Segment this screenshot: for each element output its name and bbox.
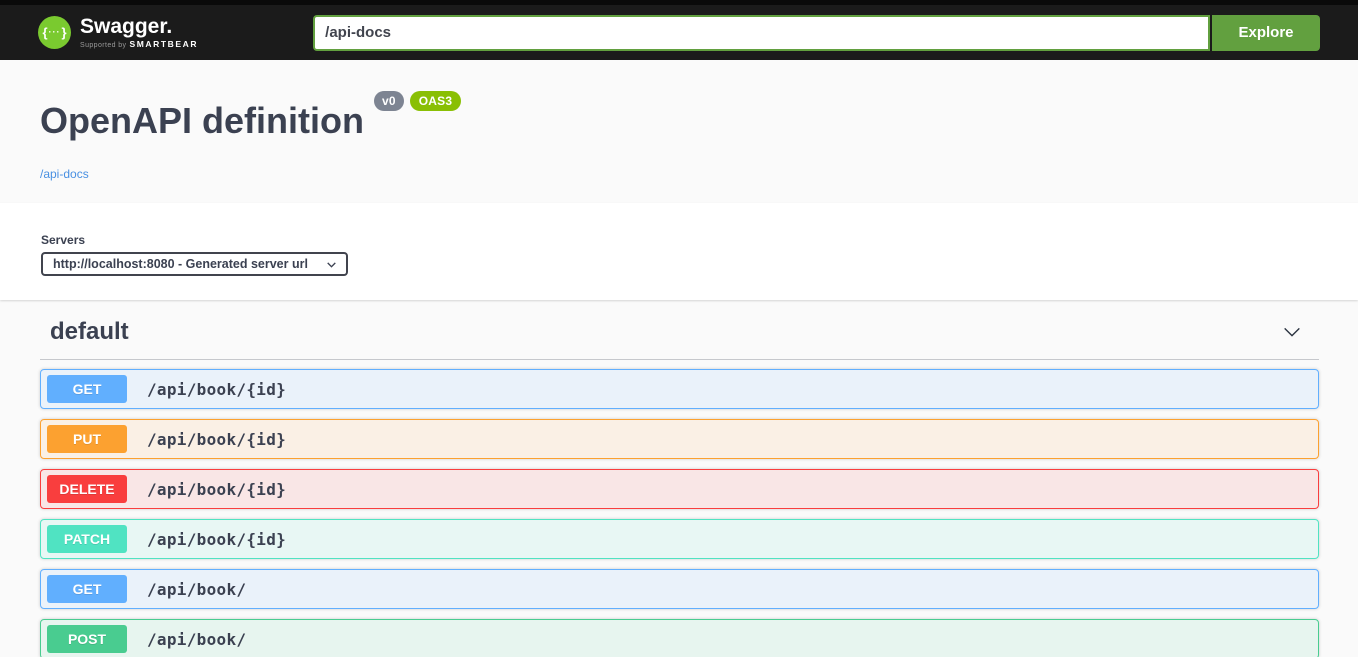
swagger-logo[interactable]: {···} Swagger. Supported bySMARTBEAR bbox=[38, 16, 198, 49]
operation-row[interactable]: POST /api/book/ bbox=[40, 619, 1319, 657]
servers-section: Servers http://localhost:8080 - Generate… bbox=[0, 203, 1358, 300]
method-badge: POST bbox=[47, 625, 127, 653]
operation-path: /api/book/ bbox=[147, 630, 246, 649]
operation-path: /api/book/{id} bbox=[147, 480, 286, 499]
operation-row[interactable]: PATCH /api/book/{id} bbox=[40, 519, 1319, 559]
operation-path: /api/book/{id} bbox=[147, 530, 286, 549]
spec-url-input[interactable] bbox=[313, 15, 1210, 51]
spec-link[interactable]: /api-docs bbox=[40, 167, 89, 181]
api-info-section: OpenAPI definitionv0OAS3 /api-docs bbox=[0, 60, 1358, 203]
method-badge: GET bbox=[47, 375, 127, 403]
method-badge: PUT bbox=[47, 425, 127, 453]
tag-section-default[interactable]: default bbox=[40, 308, 1319, 360]
selected-server: http://localhost:8080 - Generated server… bbox=[53, 257, 308, 271]
servers-label: Servers bbox=[41, 233, 1318, 247]
operation-path: /api/book/ bbox=[147, 580, 246, 599]
operation-path: /api/book/{id} bbox=[147, 380, 286, 399]
operation-list: GET /api/book/{id} PUT /api/book/{id} DE… bbox=[40, 369, 1319, 657]
supported-by-text: Supported bySMARTBEAR bbox=[80, 39, 198, 49]
chevron-down-icon[interactable] bbox=[1281, 321, 1303, 343]
smartbear-text: SMARTBEAR bbox=[129, 39, 198, 49]
operation-row[interactable]: GET /api/book/{id} bbox=[40, 369, 1319, 409]
version-badge: v0 bbox=[374, 91, 404, 111]
page-title: OpenAPI definitionv0OAS3 bbox=[40, 103, 1318, 140]
curly-braces-icon: {···} bbox=[38, 16, 71, 49]
method-badge: DELETE bbox=[47, 475, 127, 503]
api-title: OpenAPI definition bbox=[40, 103, 364, 139]
tag-section-title: default bbox=[50, 318, 129, 346]
method-badge: PATCH bbox=[47, 525, 127, 553]
operation-path: /api/book/{id} bbox=[147, 430, 286, 449]
oas3-badge: OAS3 bbox=[410, 91, 461, 111]
explore-button[interactable]: Explore bbox=[1212, 15, 1320, 51]
swagger-brand-text: Swagger. bbox=[80, 16, 198, 38]
operation-row[interactable]: PUT /api/book/{id} bbox=[40, 419, 1319, 459]
operation-row[interactable]: DELETE /api/book/{id} bbox=[40, 469, 1319, 509]
chevron-down-icon bbox=[325, 258, 338, 271]
servers-select[interactable]: http://localhost:8080 - Generated server… bbox=[41, 252, 348, 276]
operation-row[interactable]: GET /api/book/ bbox=[40, 569, 1319, 609]
method-badge: GET bbox=[47, 575, 127, 603]
operations-section: default GET /api/book/{id} PUT /api/book… bbox=[0, 300, 1358, 657]
spec-url-form: Explore bbox=[313, 15, 1320, 51]
topbar: {···} Swagger. Supported bySMARTBEAR Exp… bbox=[0, 5, 1358, 60]
swagger-ui-page: {···} Swagger. Supported bySMARTBEAR Exp… bbox=[0, 0, 1358, 657]
